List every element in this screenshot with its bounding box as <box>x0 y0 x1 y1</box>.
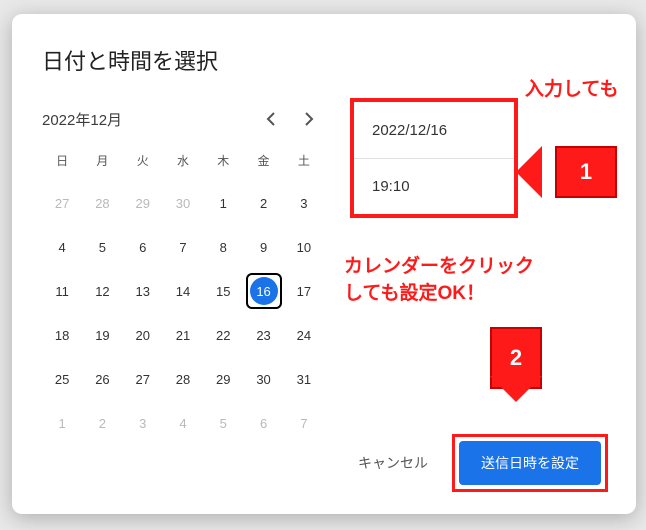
calendar-day[interactable]: 27 <box>125 361 161 397</box>
calendar-day[interactable]: 5 <box>205 405 241 441</box>
calendar-day[interactable]: 20 <box>125 317 161 353</box>
calendar-day[interactable]: 31 <box>286 361 322 397</box>
calendar-dow: 月 <box>82 148 122 177</box>
calendar-day[interactable]: 26 <box>84 361 120 397</box>
calendar-day[interactable]: 11 <box>44 273 80 309</box>
calendar-day[interactable]: 14 <box>165 273 201 309</box>
calendar-dow: 木 <box>203 148 243 177</box>
calendar-day[interactable]: 6 <box>125 229 161 265</box>
calendar-grid: 日月火水木金土272829301234567891011121314151617… <box>42 148 324 441</box>
calendar-day[interactable]: 30 <box>165 185 201 221</box>
calendar-day[interactable]: 18 <box>44 317 80 353</box>
schedule-send-dialog: 日付と時間を選択 2022年12月 日月火水木金土272829301234567… <box>12 14 636 514</box>
dialog-actions: キャンセル 送信日時を設定 <box>354 434 608 492</box>
calendar-day[interactable]: 2 <box>246 185 282 221</box>
calendar-day[interactable]: 23 <box>246 317 282 353</box>
calendar-day[interactable]: 9 <box>246 229 282 265</box>
calendar-day[interactable]: 21 <box>165 317 201 353</box>
annotation-arrow-2: 2 <box>490 314 542 402</box>
calendar-day[interactable]: 29 <box>125 185 161 221</box>
calendar-day[interactable]: 28 <box>84 185 120 221</box>
calendar-day[interactable]: 27 <box>44 185 80 221</box>
calendar-dow: 金 <box>243 148 283 177</box>
calendar-day[interactable]: 22 <box>205 317 241 353</box>
calendar-day[interactable]: 7 <box>286 405 322 441</box>
calendar-day[interactable]: 5 <box>84 229 120 265</box>
calendar-day[interactable]: 29 <box>205 361 241 397</box>
calendar-day[interactable]: 4 <box>44 229 80 265</box>
calendar-dow: 日 <box>42 148 82 177</box>
calendar-day[interactable]: 1 <box>205 185 241 221</box>
calendar-day[interactable]: 25 <box>44 361 80 397</box>
chevron-left-icon <box>266 112 276 126</box>
dialog-title: 日付と時間を選択 <box>42 44 606 76</box>
annotation-badge-1: 1 <box>555 146 617 198</box>
calendar-dow: 土 <box>284 148 324 177</box>
calendar-day[interactable]: 17 <box>286 273 322 309</box>
calendar-day[interactable]: 2 <box>84 405 120 441</box>
calendar-day[interactable]: 24 <box>286 317 322 353</box>
calendar-month-label: 2022年12月 <box>42 109 122 130</box>
calendar-day[interactable]: 12 <box>84 273 120 309</box>
submit-highlight: 送信日時を設定 <box>452 434 608 492</box>
time-input[interactable]: 19:10 <box>354 158 514 214</box>
calendar-day[interactable]: 6 <box>246 405 282 441</box>
annotation-badge-2: 2 <box>490 327 542 389</box>
calendar: 2022年12月 日月火水木金土272829301234567891011121… <box>42 104 324 441</box>
dialog-content: 2022年12月 日月火水木金土272829301234567891011121… <box>42 104 606 441</box>
cancel-button[interactable]: キャンセル <box>354 445 432 481</box>
chevron-right-icon <box>304 112 314 126</box>
calendar-day-selected[interactable]: 16 <box>246 273 282 309</box>
annotation-arrow-1: 1 <box>542 146 630 198</box>
calendar-day[interactable]: 13 <box>125 273 161 309</box>
calendar-day[interactable]: 15 <box>205 273 241 309</box>
calendar-day[interactable]: 7 <box>165 229 201 265</box>
right-panel: 入力しても 2022/12/16 19:10 1 カレンダーをクリック しても設… <box>350 104 606 441</box>
annotation-middle-line2: しても設定OK！ <box>344 283 485 304</box>
calendar-day[interactable]: 19 <box>84 317 120 353</box>
calendar-day[interactable]: 28 <box>165 361 201 397</box>
calendar-dow: 水 <box>163 148 203 177</box>
calendar-day[interactable]: 3 <box>286 185 322 221</box>
annotation-middle-line1: カレンダーをクリック <box>344 256 534 277</box>
calendar-day[interactable]: 1 <box>44 405 80 441</box>
calendar-day[interactable]: 4 <box>165 405 201 441</box>
annotation-middle: カレンダーをクリック しても設定OK！ <box>344 254 616 307</box>
prev-month-button[interactable] <box>256 104 286 134</box>
calendar-header: 2022年12月 <box>42 104 324 134</box>
calendar-day-selected-inner: 16 <box>250 277 278 305</box>
calendar-day[interactable]: 3 <box>125 405 161 441</box>
schedule-send-button[interactable]: 送信日時を設定 <box>459 441 601 485</box>
datetime-inputs-highlight: 2022/12/16 19:10 <box>350 98 518 218</box>
calendar-day[interactable]: 10 <box>286 229 322 265</box>
next-month-button[interactable] <box>294 104 324 134</box>
calendar-day[interactable]: 30 <box>246 361 282 397</box>
calendar-day[interactable]: 8 <box>205 229 241 265</box>
date-input[interactable]: 2022/12/16 <box>354 102 514 158</box>
calendar-dow: 火 <box>123 148 163 177</box>
annotation-top: 入力しても <box>525 74 618 101</box>
